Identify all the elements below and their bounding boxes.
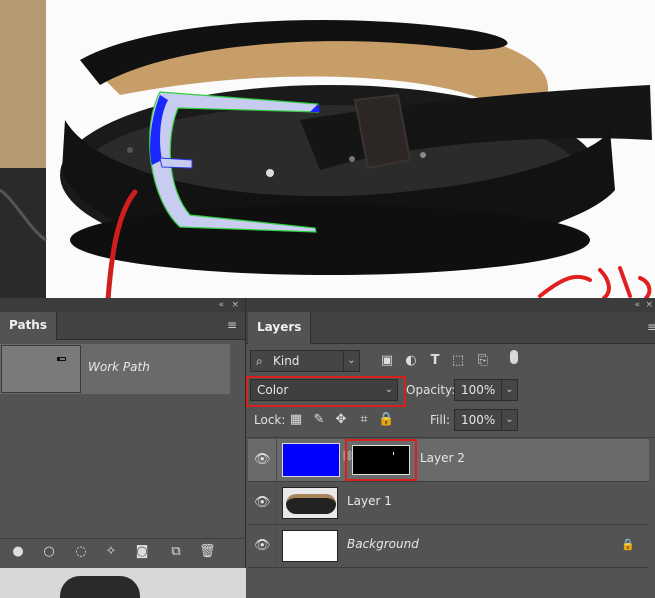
visibility-eye-icon[interactable]: 👁 [254, 452, 271, 468]
mask-highlight [345, 439, 417, 481]
layer-name: Layer 1 [347, 494, 392, 508]
eye-column-divider [276, 482, 277, 525]
path-thumbnail [1, 345, 81, 393]
lock-position-icon[interactable]: ✥ [334, 413, 348, 427]
add-mask-icon[interactable]: ◙ [134, 544, 150, 560]
visibility-eye-icon[interactable]: 👁 [254, 538, 271, 554]
layer-1-thumbnail [282, 487, 338, 519]
paths-tab-row: Paths ≡ [0, 312, 245, 340]
paths-panel-header-strip: « × [0, 298, 245, 312]
load-selection-icon[interactable]: ◌ [73, 544, 89, 560]
blend-mode-highlight [246, 376, 406, 407]
fill-value: 100% [461, 413, 496, 427]
filter-kind-value: Kind [273, 354, 300, 368]
chevron-down-icon[interactable]: ⌄ [501, 410, 517, 430]
layers-list: 👁 ⛓ Layer 2 👁 Layer 1 👁 Background 🔒 [246, 437, 655, 569]
layers-panel: « × Layers ≡ ⌕ Kind ⌄ ▣ ◐ T ⬚ ⎘ Color ⌄ … [246, 298, 655, 598]
fill-path-icon[interactable]: ● [10, 544, 26, 560]
chevron-down-icon: ⌄ [343, 351, 359, 371]
collapse-panel-button[interactable]: « [634, 298, 640, 312]
type-filter-icon[interactable]: T [428, 354, 442, 368]
fill-label: Fill: [430, 413, 451, 427]
lock-label: Lock: [254, 413, 286, 427]
visibility-eye-icon[interactable]: 👁 [254, 495, 271, 511]
shape-filter-icon[interactable]: ⬚ [451, 354, 465, 368]
smart-object-filter-icon[interactable]: ⎘ [476, 354, 490, 368]
footer-image-dark-shape [60, 576, 140, 598]
document-canvas[interactable] [0, 0, 655, 300]
filter-toggle-icon[interactable] [510, 350, 518, 364]
layer-row-background[interactable]: 👁 Background 🔒 [248, 525, 649, 568]
layer-row-layer-2[interactable]: 👁 ⛓ Layer 2 [248, 439, 649, 482]
layer-row-layer-1[interactable]: 👁 Layer 1 [248, 482, 649, 525]
layers-tab-row: Layers ≡ [246, 312, 655, 344]
tab-layers[interactable]: Layers [248, 312, 312, 344]
lock-transparent-icon[interactable]: ▦ [289, 413, 303, 427]
lock-all-icon[interactable]: 🔒 [378, 413, 394, 427]
adjustment-filter-icon[interactable]: ◐ [404, 354, 418, 368]
eye-column-divider [276, 525, 277, 568]
chevron-down-icon[interactable]: ⌄ [501, 380, 517, 400]
opacity-label: Opacity: [406, 383, 456, 397]
eye-column-divider [276, 439, 277, 482]
lock-artboard-icon[interactable]: ⌗ [357, 413, 371, 427]
close-panel-button[interactable]: × [645, 298, 653, 312]
layer-name: Background [347, 537, 419, 551]
path-label: Work Path [88, 360, 150, 374]
panel-menu-icon[interactable]: ≡ [227, 318, 237, 332]
layers-panel-header-strip: « × [246, 298, 655, 312]
collapse-panel-button[interactable]: « [218, 298, 224, 312]
panel-menu-icon[interactable]: ≡ [647, 320, 655, 334]
stroke-path-icon[interactable]: ○ [41, 544, 57, 560]
paths-bottom-bar: ● ○ ◌ ✧ ◙ ⧉ 🗑 [0, 538, 246, 566]
search-icon: ⌕ [256, 354, 263, 368]
paths-panel-footer-image [0, 568, 246, 598]
image-filter-icon[interactable]: ▣ [380, 354, 394, 368]
path-thumbnail-mark [57, 357, 66, 361]
tab-paths[interactable]: Paths [0, 312, 57, 340]
fill-input[interactable]: 100% ⌄ [454, 409, 518, 431]
new-path-icon[interactable]: ⧉ [168, 544, 184, 560]
layer-2-color-thumbnail [282, 443, 340, 477]
make-path-icon[interactable]: ✧ [103, 544, 119, 560]
background-thumbnail [282, 530, 338, 562]
layer-1-thumbnail-belt [286, 494, 336, 514]
path-item-work-path[interactable]: Work Path [0, 344, 230, 394]
layer-name: Layer 2 [420, 451, 465, 465]
belt-image [0, 0, 655, 300]
close-panel-button[interactable]: × [231, 298, 239, 312]
lock-image-icon[interactable]: ✎ [312, 413, 326, 427]
layer-lock-icon[interactable]: 🔒 [621, 538, 635, 551]
layer-filter-select[interactable]: ⌕ Kind ⌄ [250, 350, 360, 372]
opacity-value: 100% [461, 383, 496, 397]
opacity-input[interactable]: 100% ⌄ [454, 379, 518, 401]
delete-icon[interactable]: 🗑 [199, 544, 216, 560]
paths-panel: « × Paths ≡ Work Path ● ○ ◌ ✧ ◙ ⧉ 🗑 [0, 298, 246, 598]
